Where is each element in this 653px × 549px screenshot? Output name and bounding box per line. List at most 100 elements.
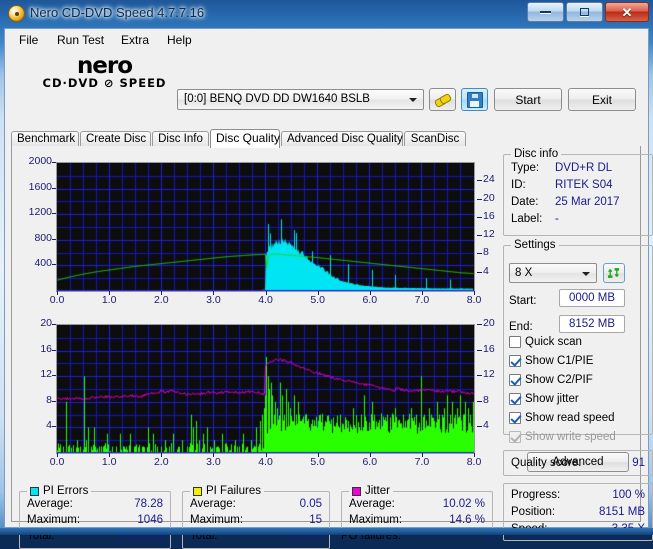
checkbox-show-jitter-label: Show jitter <box>525 393 579 405</box>
x-tick-mark <box>474 453 475 457</box>
pi-failures-maximum-value: 15 <box>309 514 322 526</box>
x-tick-label: 7.0 <box>414 294 430 306</box>
chevron-down-icon <box>409 98 417 102</box>
x-tick-label: 5.0 <box>310 294 325 306</box>
x-tick-label: 2.0 <box>153 456 169 468</box>
checkbox-show-read-speed-box <box>509 412 521 424</box>
save-button[interactable] <box>461 88 488 111</box>
progress-label: Progress: <box>511 489 561 501</box>
menu-item-run-test[interactable]: Run Test <box>51 32 110 48</box>
position-label: Position: <box>511 506 556 518</box>
checkbox-show-c2-pif[interactable]: Show C2/PIF <box>509 374 593 386</box>
minimize-icon <box>540 11 551 13</box>
menu-item-extra[interactable]: Extra <box>115 32 155 48</box>
exit-button[interactable]: Exit <box>568 88 636 111</box>
disc-label-label: Label: <box>511 213 543 225</box>
y-tick-label: 800 <box>34 231 52 244</box>
refresh-button[interactable] <box>603 263 625 283</box>
tab-strip: Benchmark Create Disc Disc Info Disc Qua… <box>11 129 641 148</box>
y2-tick-label: 8 <box>483 393 489 406</box>
close-button[interactable]: ✕ <box>605 2 649 22</box>
y-tick-label: 2000 <box>28 155 52 167</box>
checkbox-show-read-speed[interactable]: Show read speed <box>509 412 615 424</box>
eject-button[interactable] <box>429 88 456 111</box>
y2-tick-mark <box>477 349 482 351</box>
speed-select-value: 8 X <box>515 267 533 279</box>
y2-tick-label: 8 <box>483 246 489 259</box>
y2-tick-mark <box>477 235 482 237</box>
speed-select[interactable]: 8 X <box>509 263 597 283</box>
drive-select[interactable]: [0:0] BENQ DVD DD DW1640 BSLB <box>177 89 424 110</box>
quality-score-label: Quality score: <box>511 457 582 469</box>
start-mb-label: Start: <box>509 295 537 307</box>
tab-disc-quality[interactable]: Disc Quality <box>210 129 280 148</box>
y2-tick-mark <box>477 375 482 377</box>
settings-content: 8 X Start: 0000 MB End: 8152 MB Quick sc… <box>503 245 653 472</box>
disc-id-label: ID: <box>511 179 526 191</box>
checkbox-show-jitter[interactable]: Show jitter <box>509 393 579 405</box>
pi-errors-legend-label: PI Errors <box>43 485 89 497</box>
y2-tick-label: 4 <box>483 264 489 277</box>
y-tick-mark <box>52 213 56 215</box>
pi-errors-chart: 400 800 1200 1600 2000 4 8 12 16 20 24 0.0 1.0 2.0 3… <box>11 149 501 314</box>
jitter-maximum-value: 14.6 % <box>449 514 485 526</box>
y-tick-mark <box>52 349 56 351</box>
y2-tick-mark <box>477 180 482 182</box>
maximize-icon <box>580 8 589 16</box>
x-tick-label: 6.0 <box>362 456 378 468</box>
y-tick-mark <box>52 375 56 377</box>
x-tick-label: 8.0 <box>466 294 482 306</box>
checkbox-show-c1-pie-label: Show C1/PIE <box>525 355 594 367</box>
end-mb-field[interactable]: 8152 MB <box>559 315 625 333</box>
checkbox-show-c1-pie[interactable]: Show C1/PIE <box>509 355 593 367</box>
x-tick-label: 0.0 <box>49 456 65 468</box>
y-tick-mark <box>52 187 56 189</box>
drive-select-value: [0:0] BENQ DVD DD DW1640 BSLB <box>184 93 370 105</box>
client-area: File Run Test Extra Help nero CD·DVD ⊘ S… <box>4 28 653 549</box>
checkbox-quick-scan[interactable]: Quick scan <box>509 336 582 348</box>
x-tick-label: 1.0 <box>101 294 117 306</box>
x-tick-mark <box>317 291 319 295</box>
checkbox-quick-scan-label: Quick scan <box>525 336 582 348</box>
y2-tick-label: 20 <box>483 191 495 204</box>
y-tick-label: 4 <box>46 419 52 432</box>
jitter-average-label: Average: <box>349 498 395 510</box>
checkbox-show-c2-pif-box <box>509 374 521 386</box>
checkbox-show-c1-pie-box <box>509 355 521 367</box>
menu-item-help[interactable]: Help <box>161 32 198 48</box>
disc-label-value: - <box>555 213 559 225</box>
pi-failures-color-swatch <box>193 486 202 496</box>
x-tick-mark <box>213 453 215 457</box>
x-tick-mark <box>109 453 111 457</box>
x-tick-mark <box>421 291 423 295</box>
jitter-legend-label: Jitter <box>365 485 390 497</box>
floppy-save-icon <box>466 91 483 108</box>
minimize-button[interactable] <box>527 2 564 22</box>
y-tick-label: 12 <box>40 368 52 381</box>
y-tick-label: 8 <box>46 393 52 406</box>
x-tick-label: 5.0 <box>310 456 325 468</box>
start-mb-field[interactable]: 0000 MB <box>559 289 625 307</box>
menu-item-file[interactable]: File <box>13 32 44 48</box>
start-button[interactable]: Start <box>494 88 562 111</box>
maximize-button[interactable] <box>566 2 603 22</box>
x-tick-label: 8.0 <box>466 456 482 468</box>
checkbox-show-c2-pif-label: Show C2/PIF <box>525 374 593 386</box>
refresh-arrows-icon <box>607 268 620 278</box>
y2-tick-mark <box>477 198 482 200</box>
pi-failures-stats-legend: PI Failures <box>190 485 264 497</box>
pi-failures-average-label: Average: <box>190 498 236 510</box>
y2-tick-mark <box>477 271 482 273</box>
y-tick-label: 1600 <box>28 180 52 193</box>
menu-bar: File Run Test Extra Help <box>5 29 648 52</box>
checkbox-show-jitter-box <box>509 393 521 405</box>
jitter-color-swatch <box>352 486 361 496</box>
x-tick-label: 4.0 <box>258 294 273 306</box>
x-tick-mark <box>161 291 163 295</box>
jitter-average-value: 10.02 % <box>442 498 485 510</box>
x-tick-label: 3.0 <box>206 294 221 306</box>
y2-tick-mark <box>477 426 482 428</box>
x-tick-mark <box>161 453 163 457</box>
y2-tick-label: 24 <box>483 173 495 186</box>
y2-tick-label: 16 <box>483 342 495 355</box>
